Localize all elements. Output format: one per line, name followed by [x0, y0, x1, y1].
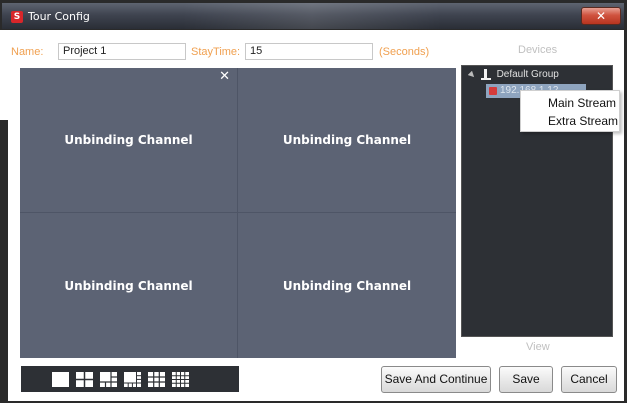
- app-logo-icon: S: [11, 11, 23, 23]
- channel-cell[interactable]: Unbinding Channel: [20, 213, 237, 358]
- tree-root-label: Default Group: [496, 69, 559, 81]
- channel-cell[interactable]: Unbinding Channel: [238, 213, 456, 358]
- title-bar[interactable]: S Tour Config ✕: [2, 3, 624, 29]
- window-title: Tour Config: [28, 10, 90, 23]
- close-cell-icon[interactable]: ✕: [219, 69, 230, 84]
- channel-cell-label: Unbinding Channel: [64, 278, 193, 293]
- context-menu: Main Stream Extra Stream: [520, 90, 620, 132]
- channel-cell[interactable]: Unbinding Channel ✕: [20, 68, 237, 212]
- left-strip: [0, 30, 8, 120]
- channel-cell-label: Unbinding Channel: [64, 133, 193, 147]
- channel-cell[interactable]: Unbinding Channel: [238, 68, 456, 212]
- save-button[interactable]: Save: [499, 366, 553, 393]
- layout-4x4-icon[interactable]: [172, 372, 189, 387]
- view-label: View: [526, 341, 550, 353]
- left-edge: [0, 120, 8, 403]
- layout-1x1-icon[interactable]: [52, 372, 69, 387]
- layout-1plus5-icon[interactable]: [100, 372, 117, 387]
- cancel-button[interactable]: Cancel: [561, 366, 617, 393]
- menu-item-main-stream[interactable]: Main Stream: [548, 96, 616, 110]
- save-and-continue-button[interactable]: Save And Continue: [381, 366, 491, 393]
- title-bar-shine: [182, 3, 442, 29]
- staytime-input[interactable]: 15: [245, 43, 373, 60]
- close-button[interactable]: ✕: [581, 7, 621, 25]
- group-icon: [480, 69, 491, 80]
- device-icon: [489, 87, 497, 95]
- menu-item-extra-stream[interactable]: Extra Stream: [548, 114, 618, 128]
- layout-1plus7-icon[interactable]: [124, 372, 141, 387]
- tree-root-default-group[interactable]: Default Group: [467, 69, 559, 81]
- seconds-label: (Seconds): [379, 46, 430, 58]
- name-label: Name:: [11, 46, 44, 58]
- name-input[interactable]: Project 1: [58, 43, 186, 60]
- channel-cell-label: Unbinding Channel: [282, 278, 412, 293]
- devices-header: Devices: [518, 44, 558, 56]
- channel-grid: Unbinding Channel ✕ Unbinding Channel Un…: [20, 68, 456, 358]
- layout-2x2-icon[interactable]: [76, 372, 93, 387]
- channel-cell-label: Unbinding Channel: [282, 133, 412, 147]
- staytime-label: StayTime:: [191, 46, 241, 58]
- layout-toolbar: [21, 366, 239, 392]
- layout-3x3-icon[interactable]: [148, 372, 165, 387]
- expand-arrow-icon[interactable]: [467, 70, 476, 79]
